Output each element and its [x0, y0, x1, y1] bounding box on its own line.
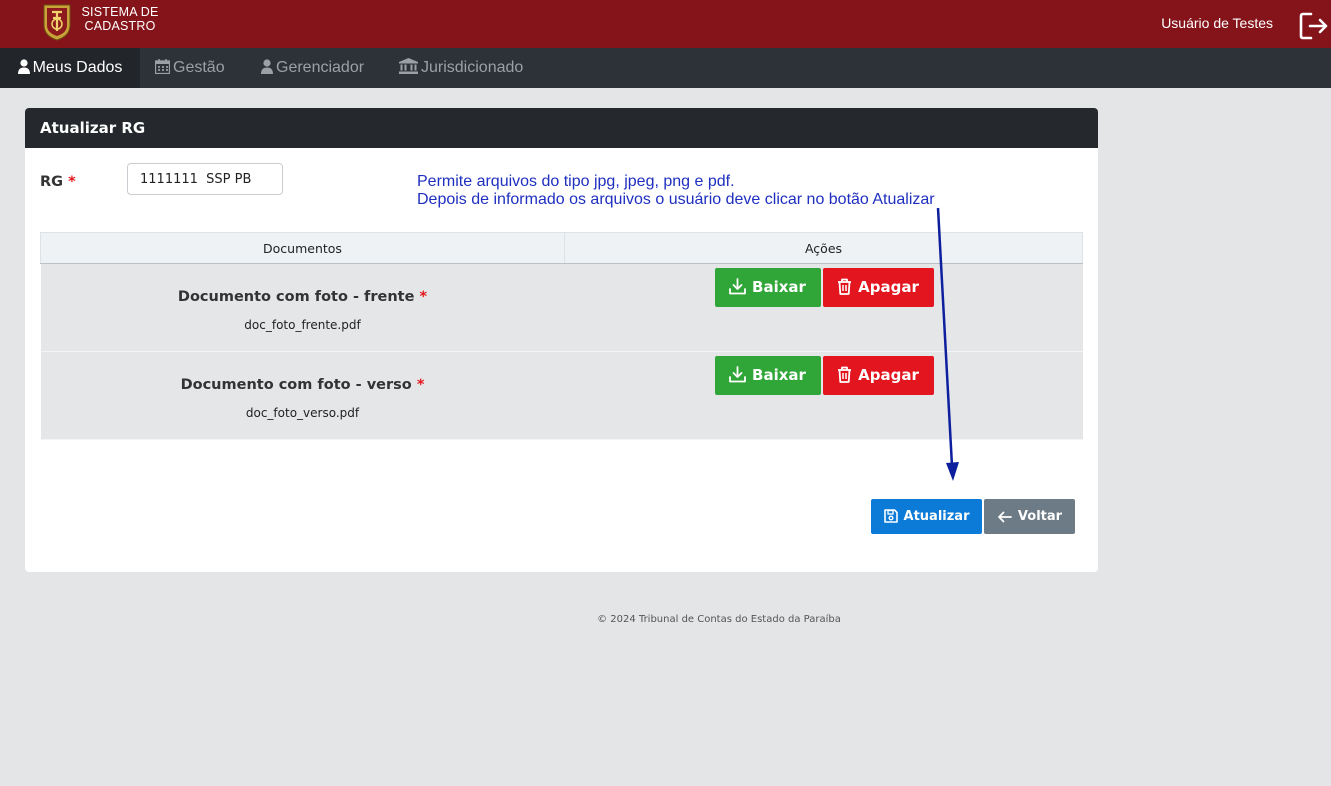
nav-gestao[interactable]: Gestão: [154, 48, 225, 88]
document-title-text: Documento com foto - frente: [177, 289, 415, 305]
nav-gerenciador[interactable]: Gerenciador: [261, 48, 364, 88]
nav-label: Jurisdicionado: [421, 59, 524, 76]
document-cell: Documento com foto - frente * doc_foto_f…: [40, 263, 565, 352]
delete-label: Apagar: [858, 366, 919, 384]
update-label: Atualizar: [903, 509, 970, 524]
actions-cell: Baixar Apagar: [564, 351, 1083, 440]
document-title: Documento com foto - frente *: [42, 289, 564, 305]
table-row: Documento com foto - frente * doc_foto_f…: [40, 263, 1083, 352]
required-mark: *: [68, 174, 76, 190]
arrow-left-icon: [998, 511, 1012, 523]
footer: © 2024 Tribunal de Contas do Estado da P…: [597, 614, 841, 625]
column-header-acoes: Ações: [564, 232, 1083, 264]
actions-cell: Baixar Apagar: [564, 263, 1083, 352]
delete-button[interactable]: Apagar: [822, 268, 934, 307]
delete-button[interactable]: Apagar: [822, 356, 934, 395]
top-bar: SISTEMA DE CADASTRO Usuário de Testes: [0, 0, 1331, 48]
nav-jurisdicionado[interactable]: Jurisdicionado: [399, 48, 523, 88]
table-row: Documento com foto - verso * doc_foto_ve…: [40, 351, 1083, 440]
app-title-line2: CADASTRO: [84, 19, 156, 33]
required-mark: *: [416, 377, 425, 393]
main-nav: Meus Dados Gestão Gerenciador Jurisdicio…: [0, 48, 1331, 88]
delete-label: Apagar: [858, 278, 919, 296]
calendar-icon: [154, 59, 171, 75]
nav-label: Meus Dados: [32, 59, 123, 76]
nav-label: Gestão: [173, 59, 225, 76]
column-header-documentos: Documentos: [40, 232, 565, 264]
note-line-1: Permite arquivos do tipo jpg, jpeg, png …: [417, 173, 735, 190]
back-label: Voltar: [1017, 509, 1063, 524]
app-title-line1: SISTEMA DE: [81, 5, 159, 19]
update-button[interactable]: Atualizar: [871, 499, 982, 534]
required-mark: *: [419, 289, 428, 305]
bank-icon: [399, 58, 418, 74]
user-icon: [261, 59, 273, 74]
documents-table: Documentos Ações Documento com foto - fr…: [40, 232, 1083, 440]
rg-label-text: RG: [40, 174, 64, 190]
trash-icon: [838, 278, 852, 295]
download-button[interactable]: Baixar: [714, 268, 821, 307]
user-icon: [17, 59, 30, 74]
nav-label: Gerenciador: [276, 59, 365, 76]
download-icon: [729, 278, 746, 295]
download-label: Baixar: [752, 366, 806, 384]
annotation-note: Permite arquivos do tipo jpg, jpeg, png …: [417, 173, 935, 209]
rg-label: RG *: [40, 174, 76, 190]
back-button[interactable]: Voltar: [984, 499, 1075, 534]
logo-icon: [43, 4, 71, 41]
rg-input[interactable]: [127, 163, 283, 195]
card-title: Atualizar RG: [25, 108, 1098, 148]
user-name[interactable]: Usuário de Testes: [1161, 15, 1273, 31]
logout-icon[interactable]: [1299, 11, 1329, 41]
app-title: SISTEMA DE CADASTRO: [80, 5, 160, 33]
download-label: Baixar: [752, 278, 806, 296]
document-cell: Documento com foto - verso * doc_foto_ve…: [40, 351, 565, 440]
update-rg-card: Atualizar RG RG * Permite arquivos do ti…: [25, 108, 1098, 572]
document-title: Documento com foto - verso *: [42, 377, 564, 393]
note-line-2: Depois de informado os arquivos o usuári…: [417, 191, 935, 208]
download-icon: [729, 366, 746, 383]
document-filename: doc_foto_verso.pdf: [245, 406, 360, 420]
trash-icon: [838, 366, 852, 383]
document-filename: doc_foto_frente.pdf: [244, 318, 361, 332]
nav-meus-dados[interactable]: Meus Dados: [0, 48, 140, 88]
document-title-text: Documento com foto - verso: [180, 377, 412, 393]
save-icon: [883, 509, 898, 523]
download-button[interactable]: Baixar: [714, 356, 821, 395]
